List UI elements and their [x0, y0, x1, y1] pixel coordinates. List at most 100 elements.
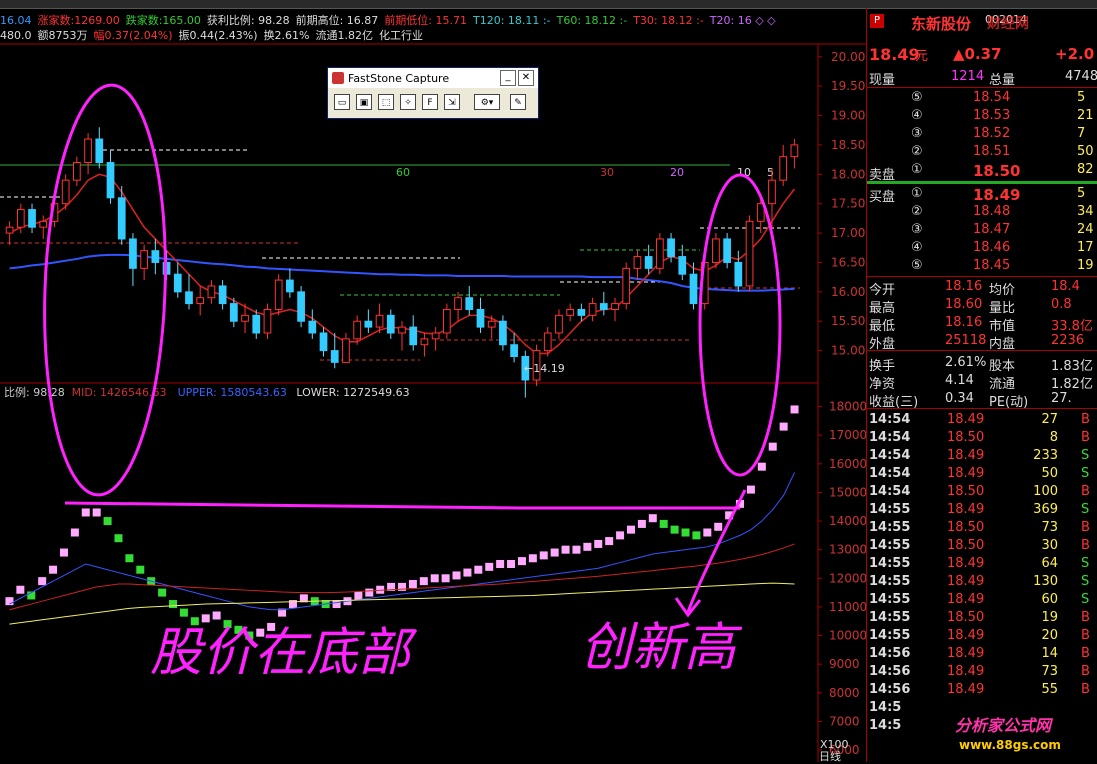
- capture-freehand-icon[interactable]: ✧: [400, 94, 416, 110]
- min-price-label: ←14.19: [524, 362, 565, 375]
- tick-time: 14:5: [869, 718, 902, 733]
- price-tick-label: 16.50: [831, 255, 865, 269]
- volume-tick-label: 11000: [829, 600, 866, 614]
- settings-icon[interactable]: ✎: [510, 94, 526, 110]
- capture-object-icon[interactable]: ▣: [356, 94, 372, 110]
- candle-body: [734, 261, 743, 287]
- tick-row: 14:55 18.49 130 S: [867, 573, 1097, 591]
- candle-body: [588, 303, 597, 316]
- stock-flag-icon[interactable]: P: [870, 14, 884, 28]
- volume-dot: [38, 577, 47, 586]
- tick-row: 14:56 18.49 14 B: [867, 645, 1097, 663]
- volume-dot: [452, 571, 461, 580]
- stat-value: 27.: [1051, 391, 1072, 406]
- candle-body: [140, 250, 149, 269]
- candle-body: [431, 332, 440, 340]
- candle-body: [252, 314, 261, 334]
- period-tab[interactable]: 日线: [819, 748, 865, 763]
- stat-row: 最低 18.16 市值 33.8亿: [867, 314, 1097, 334]
- capture-fullscreen-icon[interactable]: F: [422, 94, 438, 110]
- now-vol-label: 现量: [869, 73, 896, 88]
- candle-body: [611, 303, 619, 310]
- volume-tick-label: 7000: [829, 714, 860, 728]
- bid-volume: 19: [1077, 258, 1094, 273]
- capture-scrolling-icon[interactable]: ⇲: [444, 94, 460, 110]
- faststone-logo-icon: [332, 72, 344, 84]
- candle-body: [173, 273, 182, 293]
- volume-dot: [637, 519, 646, 528]
- volume-tick-label: 16000: [829, 457, 866, 471]
- volume-row: 现量 1214 总量 4748: [867, 68, 1097, 88]
- watermark-url: www.88gs.com: [959, 738, 1061, 752]
- tick-price: 18.49: [947, 502, 985, 517]
- stock-name: 东新股份: [911, 15, 972, 33]
- price-tick-label: 15.00: [831, 344, 865, 358]
- tick-time: 14:55: [869, 502, 911, 517]
- volume-dot: [81, 508, 90, 517]
- tick-direction: B: [1081, 484, 1090, 499]
- volume-dot: [201, 614, 210, 623]
- tick-direction: B: [1081, 628, 1090, 643]
- tick-time: 14:54: [869, 484, 911, 499]
- tick-volume: 50: [1041, 466, 1058, 481]
- output-options-icon[interactable]: ⚙▾: [474, 94, 500, 110]
- volume-dot: [768, 442, 777, 451]
- tick-direction: B: [1081, 520, 1090, 535]
- faststone-title-bar[interactable]: FastStone Capture _ ✕: [328, 68, 538, 88]
- price-row: 18.49 元 ▲0.37 +2.0: [867, 44, 1097, 64]
- tick-volume: 19: [1041, 610, 1058, 625]
- candle-body: [745, 220, 754, 287]
- candle-body: [319, 332, 328, 352]
- volume-dot: [332, 600, 341, 609]
- volume-dot: [790, 405, 799, 414]
- volume-dot: [70, 528, 79, 537]
- tick-volume: 60: [1041, 592, 1058, 607]
- tick-direction: B: [1081, 412, 1090, 427]
- volume-dot: [507, 559, 516, 568]
- stat-value: 4.14: [945, 373, 974, 388]
- stat-value: 0.34: [945, 391, 974, 406]
- candle-body: [151, 250, 160, 263]
- volume-tick-label: 18000: [829, 400, 866, 414]
- volume-dot: [365, 588, 374, 597]
- volume-dot: [463, 568, 472, 577]
- volume-dot: [746, 485, 755, 494]
- capture-window-icon[interactable]: ▭: [334, 94, 350, 110]
- tick-volume: 369: [1033, 502, 1058, 517]
- candle-body: [555, 314, 563, 334]
- faststone-toolbar: ▭ ▣ ⬚ ✧ F ⇲ ⚙▾ ✎: [328, 90, 538, 116]
- volume-dot: [583, 542, 592, 551]
- close-button[interactable]: ✕: [518, 70, 534, 86]
- bid-volume: 34: [1077, 204, 1094, 219]
- candle-body: [330, 350, 339, 363]
- price-change: ▲0.37: [953, 45, 1002, 63]
- candle-body: [207, 285, 216, 299]
- candle-body: [106, 162, 115, 199]
- volume-dot: [169, 600, 178, 609]
- volume-dot: [594, 539, 603, 548]
- candle-body: [678, 256, 687, 275]
- tick-volume: 27: [1041, 412, 1058, 427]
- watermark-title: 分析家公式网: [955, 716, 1052, 735]
- stat-value: 25118: [945, 333, 987, 348]
- bid-level: ③ 18.47 24: [867, 221, 1097, 239]
- tick-time: 14:55: [869, 592, 911, 607]
- tick-row: 14:54 18.49 233 S: [867, 447, 1097, 465]
- candle-body: [297, 291, 305, 322]
- candle-body: [16, 209, 25, 228]
- capture-region-icon[interactable]: ⬚: [378, 94, 394, 110]
- candle-body: [73, 162, 81, 181]
- tick-time: 14:55: [869, 574, 911, 589]
- ma-label-20: 20: [670, 166, 684, 179]
- candle-body: [723, 238, 731, 263]
- stat-value: 18.16: [945, 315, 983, 330]
- minimize-button[interactable]: _: [500, 70, 516, 86]
- volume-dot: [572, 545, 581, 554]
- ask-price: 18.54: [973, 90, 1011, 105]
- divider: [867, 350, 1097, 351]
- tick-volume: 55: [1041, 682, 1058, 697]
- stat-row: 外盘 25118 内盘 2236: [867, 332, 1097, 352]
- volume-dot: [59, 548, 68, 557]
- faststone-capture-window[interactable]: FastStone Capture _ ✕ ▭ ▣ ⬚ ✧ F ⇲ ⚙▾ ✎: [327, 67, 539, 119]
- candle-body: [566, 308, 575, 316]
